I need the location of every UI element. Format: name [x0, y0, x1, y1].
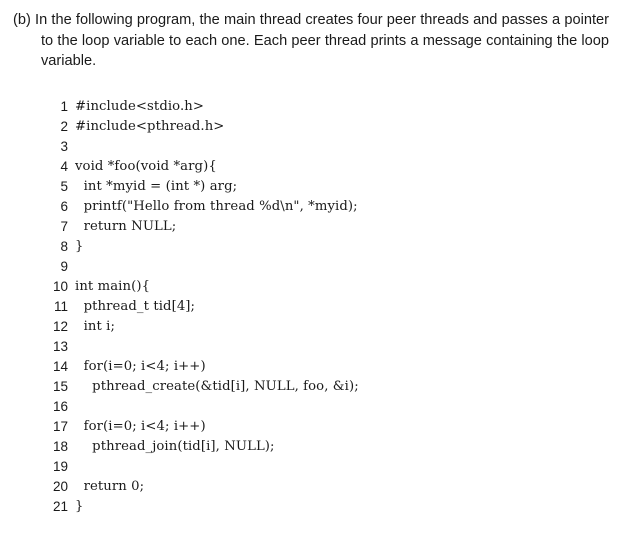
line-number: 17: [52, 419, 68, 434]
problem-marker: (b): [13, 12, 31, 28]
line-number: 15: [52, 379, 68, 394]
code-listing: 1 #include<stdio.h> 2 #include<pthread.h> 3 4…: [0, 97, 623, 517]
line-number: 2: [60, 119, 68, 134]
code-line: 6 printf("Hello from thread %d\n", *myid…: [0, 197, 623, 217]
code-text: int i;: [75, 319, 116, 334]
line-number: 1: [60, 99, 68, 114]
line-number: 14: [52, 359, 68, 374]
code-line: 4 void *foo(void *arg){: [0, 157, 623, 177]
code-text: void *foo(void *arg){: [75, 159, 217, 174]
line-number: 16: [52, 399, 68, 414]
line-number: 5: [60, 179, 68, 194]
code-text: return 0;: [75, 479, 145, 494]
code-line: 13: [0, 337, 623, 357]
code-line: 16: [0, 397, 623, 417]
line-number: 11: [53, 299, 68, 314]
line-number: 10: [52, 279, 68, 294]
code-text: pthread_join(tid[i], NULL);: [75, 439, 275, 454]
code-text: for(i=0; i<4; i++): [75, 359, 206, 374]
line-number: 12: [52, 319, 68, 334]
code-line: 9: [0, 257, 623, 277]
code-text: }: [75, 239, 84, 254]
line-number: 4: [60, 159, 68, 174]
line-number: 18: [52, 439, 68, 454]
code-line: 7 return NULL;: [0, 217, 623, 237]
line-number: 6: [60, 199, 68, 214]
code-text: pthread_t tid[4];: [75, 299, 196, 314]
code-line: 19: [0, 457, 623, 477]
line-number: 13: [52, 339, 68, 354]
code-text: }: [75, 499, 84, 514]
line-number: 20: [52, 479, 68, 494]
problem-statement: (b) In the following program, the main t…: [13, 10, 609, 72]
line-number: 19: [52, 459, 68, 474]
line-number: 9: [60, 259, 68, 274]
code-text: return NULL;: [75, 219, 177, 234]
code-line: 20 return 0;: [0, 477, 623, 497]
code-line: 21}: [0, 497, 623, 517]
code-line: 3: [0, 137, 623, 157]
code-line: 8}: [0, 237, 623, 257]
line-number: 8: [60, 239, 68, 254]
line-number: 3: [60, 139, 68, 154]
code-text: int *myid = (int *) arg;: [75, 179, 238, 194]
code-line: 10 int main(){: [0, 277, 623, 297]
code-line: 11 pthread_t tid[4];: [0, 297, 623, 317]
code-text: #include<pthread.h>: [75, 119, 225, 134]
code-line: 12 int i;: [0, 317, 623, 337]
code-line: 17 for(i=0; i<4; i++): [0, 417, 623, 437]
code-line: 2 #include<pthread.h>: [0, 117, 623, 137]
code-line: 14 for(i=0; i<4; i++): [0, 357, 623, 377]
code-line: 18 pthread_join(tid[i], NULL);: [0, 437, 623, 457]
code-line: 5 int *myid = (int *) arg;: [0, 177, 623, 197]
problem-paragraph: (b) In the following program, the main t…: [13, 10, 609, 72]
code-text: pthread_create(&tid[i], NULL, foo, &i);: [75, 379, 359, 394]
code-text: #include<stdio.h>: [75, 99, 205, 114]
code-line: 15 pthread_create(&tid[i], NULL, foo, &i…: [0, 377, 623, 397]
line-number: 7: [60, 219, 68, 234]
code-text: for(i=0; i<4; i++): [75, 419, 206, 434]
code-text: printf("Hello from thread %d\n", *myid);: [75, 199, 358, 214]
line-number: 21: [52, 499, 68, 514]
code-text: int main(){: [75, 279, 151, 294]
problem-text: In the following program, the main threa…: [35, 12, 609, 69]
code-line: 1 #include<stdio.h>: [0, 97, 623, 117]
